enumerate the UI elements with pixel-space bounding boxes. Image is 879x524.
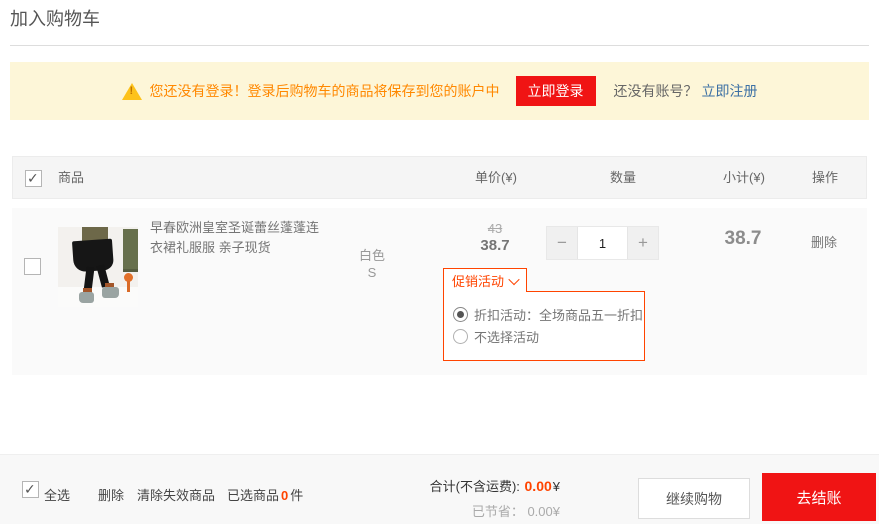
variant-color: 白色 [337, 245, 407, 264]
no-account-text: 还没有账号？ [614, 81, 698, 101]
photo-lamp-stand [127, 281, 130, 292]
radio-selected-icon[interactable] [453, 307, 468, 322]
promotion-option-label: 不选择活动 [474, 327, 539, 346]
login-warning-text: 您还没有登录！登录后购物车的商品将保存到您的账户中 [150, 81, 500, 101]
continue-shopping-button[interactable]: 继续购物 [638, 478, 750, 519]
promotion-dropdown[interactable]: 促销活动 [443, 268, 527, 292]
item-subtotal: 38.7 [696, 228, 790, 250]
quantity-increase-button[interactable]: + [628, 227, 658, 259]
checkout-button[interactable]: 去结账 [762, 473, 876, 521]
item-checkbox[interactable] [24, 258, 41, 275]
photo-boot [102, 287, 119, 298]
column-header-unit-price: 单价(¥) [449, 157, 543, 198]
warning-triangle-icon: ! [122, 83, 142, 100]
login-banner: ! 您还没有登录！登录后购物车的商品将保存到您的账户中 立即登录 还没有账号？ … [10, 62, 869, 120]
saved-value: 0.00 [527, 504, 552, 519]
radio-unselected-icon[interactable] [453, 329, 468, 344]
select-all-checkbox-footer[interactable] [22, 481, 39, 498]
clear-invalid-link[interactable]: 清除失效商品 [137, 485, 215, 504]
selected-count-text: 已选商品0件 [227, 485, 303, 504]
page-title: 加入购物车 [10, 5, 100, 31]
total-label: 合计(不含运费): [430, 479, 524, 494]
select-all-checkbox-header[interactable] [25, 170, 42, 187]
total-value: 0.00 [524, 478, 553, 494]
variant-size: S [337, 265, 407, 280]
register-link[interactable]: 立即注册 [702, 81, 758, 101]
price-column: 43 38.7 [448, 221, 542, 254]
total-line: 合计(不含运费): 0.00¥ [430, 476, 560, 495]
photo-cabinet [123, 229, 138, 272]
saved-label: 已节省： [472, 504, 528, 519]
currency-symbol: ¥ [553, 479, 560, 494]
saved-line: 已节省： 0.00¥ [430, 501, 560, 520]
promotion-option-discount[interactable]: 折扣活动：全场商品五一折扣 [453, 303, 635, 325]
promotion-option-none[interactable]: 不选择活动 [453, 325, 635, 347]
promotion-label: 促销活动 [452, 271, 504, 290]
selected-count-suffix: 件 [290, 488, 303, 503]
select-all-label[interactable]: 全选 [44, 485, 70, 504]
cart-table-header: 商品 单价(¥) 数量 小计(¥) 操作 [12, 156, 867, 199]
delete-selected-link[interactable]: 删除 [98, 485, 124, 504]
column-header-subtotal: 小计(¥) [697, 157, 791, 198]
delete-item-link[interactable]: 删除 [789, 232, 859, 251]
login-now-button[interactable]: 立即登录 [516, 76, 596, 106]
photo-boot [79, 292, 94, 303]
promotion-panel: 折扣活动：全场商品五一折扣 不选择活动 [443, 291, 645, 361]
promotion-option-label: 折扣活动：全场商品五一折扣 [474, 305, 643, 324]
original-price: 43 [448, 221, 542, 236]
column-header-quantity: 数量 [576, 157, 670, 198]
product-image[interactable] [58, 227, 138, 307]
selected-count: 0 [279, 488, 290, 503]
title-divider [10, 45, 869, 46]
quantity-input[interactable] [577, 227, 628, 259]
cart-footer-bar: 全选 删除 清除失效商品 已选商品0件 合计(不含运费): 0.00¥ 已节省：… [0, 454, 879, 524]
chevron-down-icon [508, 273, 519, 284]
selected-count-prefix: 已选商品 [227, 488, 279, 503]
quantity-decrease-button[interactable]: − [547, 227, 577, 259]
column-header-product: 商品 [58, 157, 84, 198]
totals-block: 合计(不含运费): 0.00¥ 已节省： 0.00¥ [430, 476, 560, 520]
photo-floor [58, 287, 138, 307]
column-header-action: 操作 [790, 157, 860, 198]
unit-price: 38.7 [448, 237, 542, 254]
currency-symbol: ¥ [553, 504, 560, 519]
product-title[interactable]: 早春欧洲皇室圣诞蕾丝蓬蓬连衣裙礼服服 亲子现货 [150, 218, 328, 258]
cart-item-row: 早春欧洲皇室圣诞蕾丝蓬蓬连衣裙礼服服 亲子现货 白色 S 43 38.7 − +… [12, 208, 867, 375]
quantity-stepper: − + [546, 226, 659, 260]
